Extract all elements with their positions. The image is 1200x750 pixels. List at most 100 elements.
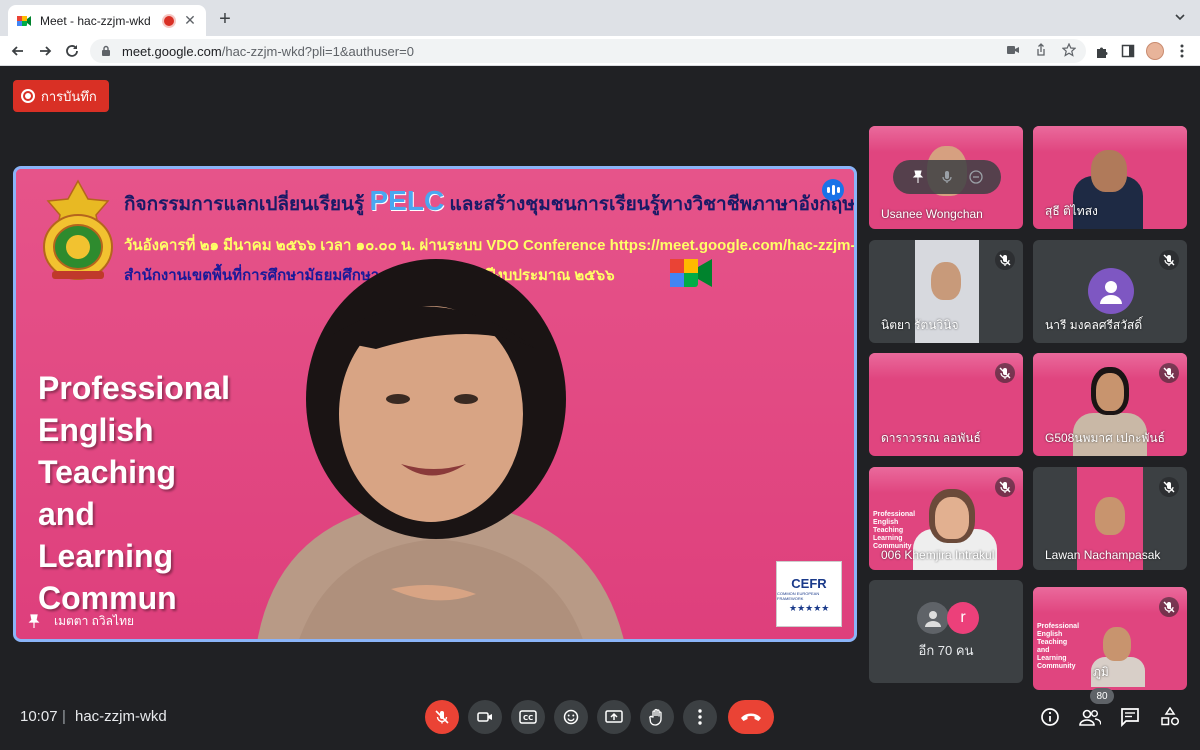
participant-tile[interactable]: G508นพมาศ เปกะพันธ์ xyxy=(1033,353,1187,456)
tab-title: Meet - hac-zzjm-wkd xyxy=(40,13,151,28)
chat-button[interactable] xyxy=(1117,704,1143,730)
activities-shapes-icon xyxy=(1161,707,1180,726)
participant-video xyxy=(1091,150,1127,192)
leave-call-button[interactable] xyxy=(728,700,774,734)
obec-emblem-icon xyxy=(43,179,113,280)
url-path: /hac-zzjm-wkd?pli=1&authuser=0 xyxy=(221,43,414,59)
puzzle-icon xyxy=(1096,47,1107,58)
meeting-controls-bar: 10:07 | hac-zzjm-wkd CC 80 xyxy=(0,688,1200,750)
svg-text:CC: CC xyxy=(523,714,533,722)
reload-button[interactable] xyxy=(62,41,82,61)
pin-icon[interactable] xyxy=(911,170,925,184)
url-host: meet.google.com xyxy=(122,43,222,59)
person-icon xyxy=(1100,281,1122,304)
forward-button[interactable] xyxy=(35,41,55,61)
muted-mic-icon xyxy=(1159,597,1179,617)
more-participants-tile[interactable]: r อีก 70 คน xyxy=(869,580,1023,683)
participant-tile[interactable]: นารี มงคลศรีสวัสดิ์ xyxy=(1033,240,1187,343)
bookmark-star-icon[interactable] xyxy=(1062,43,1076,57)
avatar xyxy=(1088,268,1134,314)
participant-video xyxy=(935,497,969,539)
extensions-button[interactable] xyxy=(1092,41,1112,61)
microphone-icon[interactable] xyxy=(941,170,953,184)
record-icon xyxy=(21,89,35,103)
participant-tile[interactable]: ดาราวรรณ ลอพันธ์ xyxy=(869,353,1023,456)
browser-menu-button[interactable] xyxy=(1172,41,1192,61)
people-count-badge: 80 xyxy=(1090,688,1114,704)
main-speaker-tile[interactable]: กิจกรรมการแลกเปลี่ยนเรียนรู้ PELC และสร้… xyxy=(13,166,857,642)
recording-button[interactable]: การบันทึก xyxy=(13,80,109,112)
recording-label: การบันทึก xyxy=(41,88,97,104)
tab-search-chevron-icon[interactable] xyxy=(1174,11,1186,23)
meeting-time: 10:07 xyxy=(20,708,58,725)
back-button[interactable] xyxy=(8,41,28,61)
raise-hand-button[interactable] xyxy=(640,700,674,734)
more-vert-icon xyxy=(698,709,702,725)
camera-in-use-icon[interactable] xyxy=(1006,43,1020,57)
recording-indicator-icon xyxy=(164,15,174,26)
participant-video xyxy=(1096,373,1124,411)
mic-off-icon xyxy=(435,710,449,724)
slide-title: กิจกรรมการแลกเปลี่ยนเรียนรู้ PELC และสร้… xyxy=(124,185,855,216)
remove-icon[interactable] xyxy=(969,170,983,184)
participant-video xyxy=(931,262,961,300)
more-participants-label: อีก 70 คน xyxy=(918,643,974,658)
camera-icon xyxy=(477,712,492,722)
participant-name: สุธี ติไทสง xyxy=(1045,204,1098,218)
tile-hover-controls xyxy=(893,160,1001,194)
muted-mic-icon xyxy=(1159,363,1179,383)
reload-icon xyxy=(66,45,78,57)
address-bar[interactable]: meet.google.com/hac-zzjm-wkd?pli=1&authu… xyxy=(90,39,1086,63)
muted-mic-icon xyxy=(1159,477,1179,497)
speaker-video xyxy=(257,259,624,639)
browser-toolbar: meet.google.com/hac-zzjm-wkd?pli=1&authu… xyxy=(0,36,1200,66)
forward-arrow-icon xyxy=(40,46,52,56)
share-icon[interactable] xyxy=(1034,43,1048,57)
site-info-icon[interactable] xyxy=(100,45,112,57)
camera-toggle-button[interactable] xyxy=(468,700,502,734)
participant-name: G508นพมาศ เปกะพันธ์ xyxy=(1045,431,1165,445)
browser-tab[interactable]: Meet - hac-zzjm-wkd ✕ xyxy=(8,5,206,36)
more-options-button[interactable] xyxy=(683,700,717,734)
present-icon xyxy=(605,710,623,723)
avatar: r xyxy=(947,602,979,634)
present-screen-button[interactable] xyxy=(597,700,631,734)
muted-mic-icon xyxy=(1159,250,1179,270)
participant-tile[interactable]: Lawan Nachampasak xyxy=(1033,467,1187,570)
participant-tile[interactable]: Professional English Teaching and Learning Co… xyxy=(1033,587,1187,690)
person-icon xyxy=(925,611,941,627)
participant-tile[interactable]: Usanee Wongchan xyxy=(869,126,1023,229)
participant-tile[interactable]: นิตยา รัตนวินิจ xyxy=(869,240,1023,343)
meet-favicon-icon xyxy=(17,15,31,26)
participant-name: นิตยา รัตนวินิจ xyxy=(881,318,959,332)
profile-button[interactable] xyxy=(1145,41,1165,61)
close-tab-icon[interactable]: ✕ xyxy=(182,12,198,29)
people-icon xyxy=(1079,709,1101,726)
captions-button[interactable]: CC xyxy=(511,700,545,734)
meeting-code: hac-zzjm-wkd xyxy=(75,708,167,725)
people-button[interactable] xyxy=(1077,704,1103,730)
microphone-toggle-button[interactable] xyxy=(425,700,459,734)
reactions-button[interactable] xyxy=(554,700,588,734)
activities-button[interactable] xyxy=(1157,704,1183,730)
participant-tile[interactable]: สุธี ติไทสง xyxy=(1033,126,1187,229)
info-icon xyxy=(1041,708,1059,726)
hang-up-icon xyxy=(741,713,761,721)
new-tab-button[interactable]: + xyxy=(215,9,235,29)
muted-mic-icon xyxy=(995,250,1015,270)
muted-mic-icon xyxy=(995,477,1015,497)
separator: | xyxy=(62,708,66,725)
muted-mic-icon xyxy=(995,363,1015,383)
closed-captions-icon: CC xyxy=(519,710,537,724)
participant-name: นารี มงคลศรีสวัสดิ์ xyxy=(1045,318,1143,332)
participant-tile[interactable]: Professional English Teaching Learning Commu… xyxy=(869,467,1023,570)
side-panel-button[interactable] xyxy=(1118,41,1138,61)
browser-tabbar: Meet - hac-zzjm-wkd ✕ + xyxy=(0,0,1200,36)
participant-name: ภูมิ xyxy=(1093,665,1109,679)
avatar xyxy=(917,602,949,634)
meeting-details-button[interactable] xyxy=(1037,704,1063,730)
hand-icon xyxy=(649,708,662,726)
pin-icon[interactable] xyxy=(26,613,42,629)
back-arrow-icon xyxy=(11,46,23,56)
eu-stars-icon: ★★★★★ xyxy=(789,604,829,613)
